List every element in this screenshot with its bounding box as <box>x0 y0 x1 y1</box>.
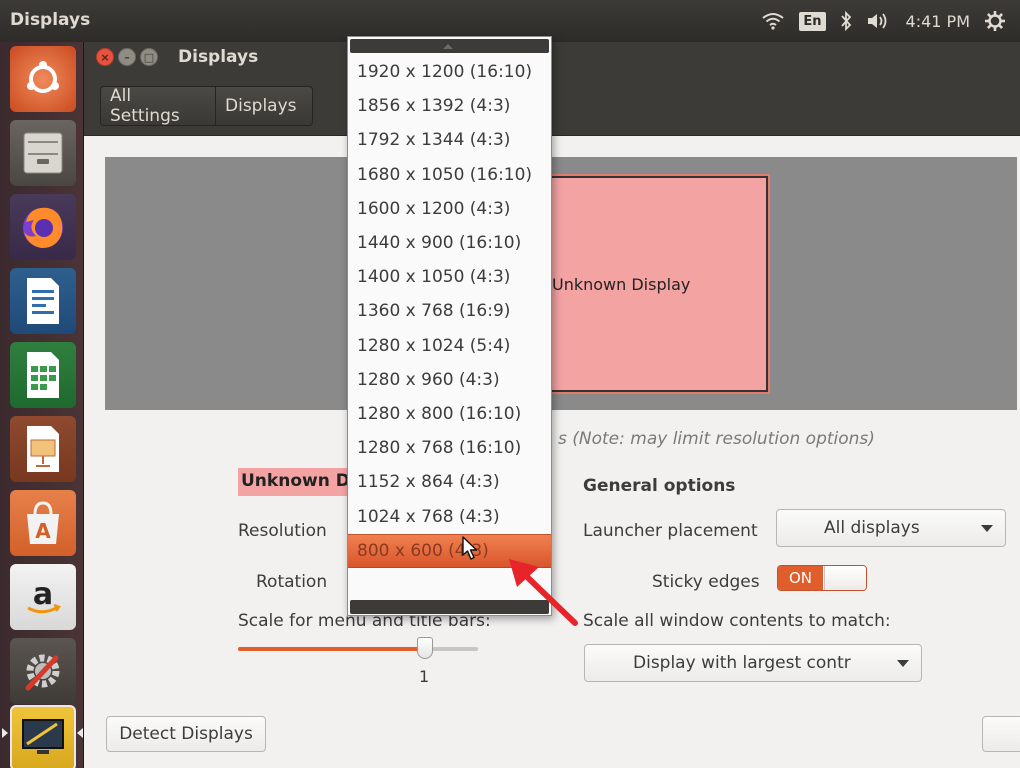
resolution-option[interactable]: 1920 x 1200 (16:10) <box>348 55 551 89</box>
software-center-icon[interactable]: A <box>10 490 76 556</box>
scale-slider-thumb[interactable] <box>417 637 434 659</box>
amazon-icon[interactable]: a <box>10 564 76 630</box>
keyboard-layout-indicator[interactable]: En <box>799 11 826 31</box>
active-indicator <box>77 728 83 738</box>
all-settings-button[interactable]: All Settings <box>100 86 216 126</box>
close-icon[interactable]: × <box>96 48 114 66</box>
mirror-displays-note: s (Note: may limit resolution options) <box>558 429 875 449</box>
resolution-option[interactable]: 1152 x 864 (4:3) <box>348 465 551 499</box>
bluetooth-icon[interactable] <box>840 11 852 31</box>
switch-knob <box>824 566 866 590</box>
resolution-dropdown-list[interactable]: 1920 x 1200 (16:10) 1856 x 1392 (4:3) 1792… <box>347 36 552 616</box>
resolution-option[interactable]: 1600 x 1200 (4:3) <box>348 192 551 226</box>
launcher-placement-combo[interactable]: All displays <box>776 509 1006 547</box>
impress-icon[interactable] <box>10 416 76 482</box>
resolution-option[interactable]: 1280 x 768 (16:10) <box>348 431 551 465</box>
window-titlebar[interactable]: × – □ Displays <box>84 42 1020 76</box>
settings-toolbar: All Settings Displays <box>84 76 1020 136</box>
power-gear-icon[interactable] <box>984 10 1006 32</box>
active-app-title: Displays <box>10 10 91 30</box>
files-icon[interactable] <box>10 120 76 186</box>
resolution-option[interactable]: 1280 x 1024 (5:4) <box>348 329 551 363</box>
resolution-option[interactable]: 1680 x 1050 (16:10) <box>348 158 551 192</box>
minimize-icon[interactable]: – <box>118 48 136 66</box>
sticky-edges-state: ON <box>778 566 823 590</box>
chevron-down-icon <box>897 660 909 667</box>
launcher: A a <box>0 42 84 768</box>
running-indicator <box>2 728 8 738</box>
scale-slider-track[interactable] <box>238 647 478 651</box>
display-arrangement-area[interactable]: Unknown Display <box>105 157 1017 410</box>
general-options-heading: General options <box>583 476 736 496</box>
monitor-preview[interactable]: Unknown Display <box>530 176 768 392</box>
sticky-edges-switch[interactable]: ON <box>777 565 867 591</box>
window-title: Displays <box>178 47 259 67</box>
resolution-option[interactable]: 1400 x 1050 (4:3) <box>348 260 551 294</box>
system-settings-icon[interactable] <box>10 638 76 704</box>
launcher-placement-label: Launcher placement <box>583 521 758 541</box>
detect-displays-button[interactable]: Detect Displays <box>106 716 266 752</box>
clock[interactable]: 4:41 PM <box>906 12 970 31</box>
writer-icon[interactable] <box>10 268 76 334</box>
displays-icon[interactable] <box>10 705 76 768</box>
mouse-cursor-icon <box>462 536 478 560</box>
scale-all-combo[interactable]: Display with largest contr <box>584 644 922 682</box>
displays-window: × – □ Displays All Settings Displays Unk… <box>84 42 1020 768</box>
dropdown-scroll-up[interactable] <box>350 39 549 53</box>
rotation-label: Rotation <box>256 572 328 592</box>
scale-all-value: Display with largest contr <box>633 653 851 673</box>
resolution-option[interactable]: 1360 x 768 (16:9) <box>348 294 551 328</box>
resolution-option[interactable]: 1280 x 800 (16:10) <box>348 397 551 431</box>
system-tray: En 4:41 PM <box>761 0 1020 42</box>
wifi-icon[interactable] <box>761 12 785 30</box>
svg-text:a: a <box>33 577 53 612</box>
chevron-down-icon <box>981 525 993 532</box>
volume-icon[interactable] <box>866 11 892 31</box>
resolution-option[interactable]: 1856 x 1392 (4:3) <box>348 89 551 123</box>
maximize-icon[interactable]: □ <box>140 48 158 66</box>
firefox-icon[interactable] <box>10 194 76 260</box>
resolution-option[interactable]: 1792 x 1344 (4:3) <box>348 123 551 157</box>
scale-all-label: Scale all window contents to match: <box>583 611 891 631</box>
scale-slider-value: 1 <box>419 667 430 686</box>
scale-slider-fill <box>238 647 426 651</box>
sticky-edges-label: Sticky edges <box>652 572 760 592</box>
selected-display-name: Unknown Di <box>238 468 348 496</box>
resolution-option[interactable]: 1440 x 900 (16:10) <box>348 226 551 260</box>
launcher-placement-value: All displays <box>824 518 920 538</box>
resolution-label: Resolution <box>238 521 327 541</box>
resolution-option[interactable]: 1280 x 960 (4:3) <box>348 363 551 397</box>
resolution-option[interactable]: 1024 x 768 (4:3) <box>348 500 551 534</box>
displays-breadcrumb-button[interactable]: Displays <box>215 86 313 126</box>
ubuntu-dash-icon[interactable] <box>10 46 76 112</box>
calc-icon[interactable] <box>10 342 76 408</box>
displays-content: Unknown Display s (Note: may limit resol… <box>84 137 1020 768</box>
monitor-preview-label: Unknown Display <box>552 275 691 294</box>
annotation-arrow-icon <box>509 559 578 626</box>
apply-button[interactable] <box>982 716 1020 752</box>
svg-text:A: A <box>35 519 51 543</box>
